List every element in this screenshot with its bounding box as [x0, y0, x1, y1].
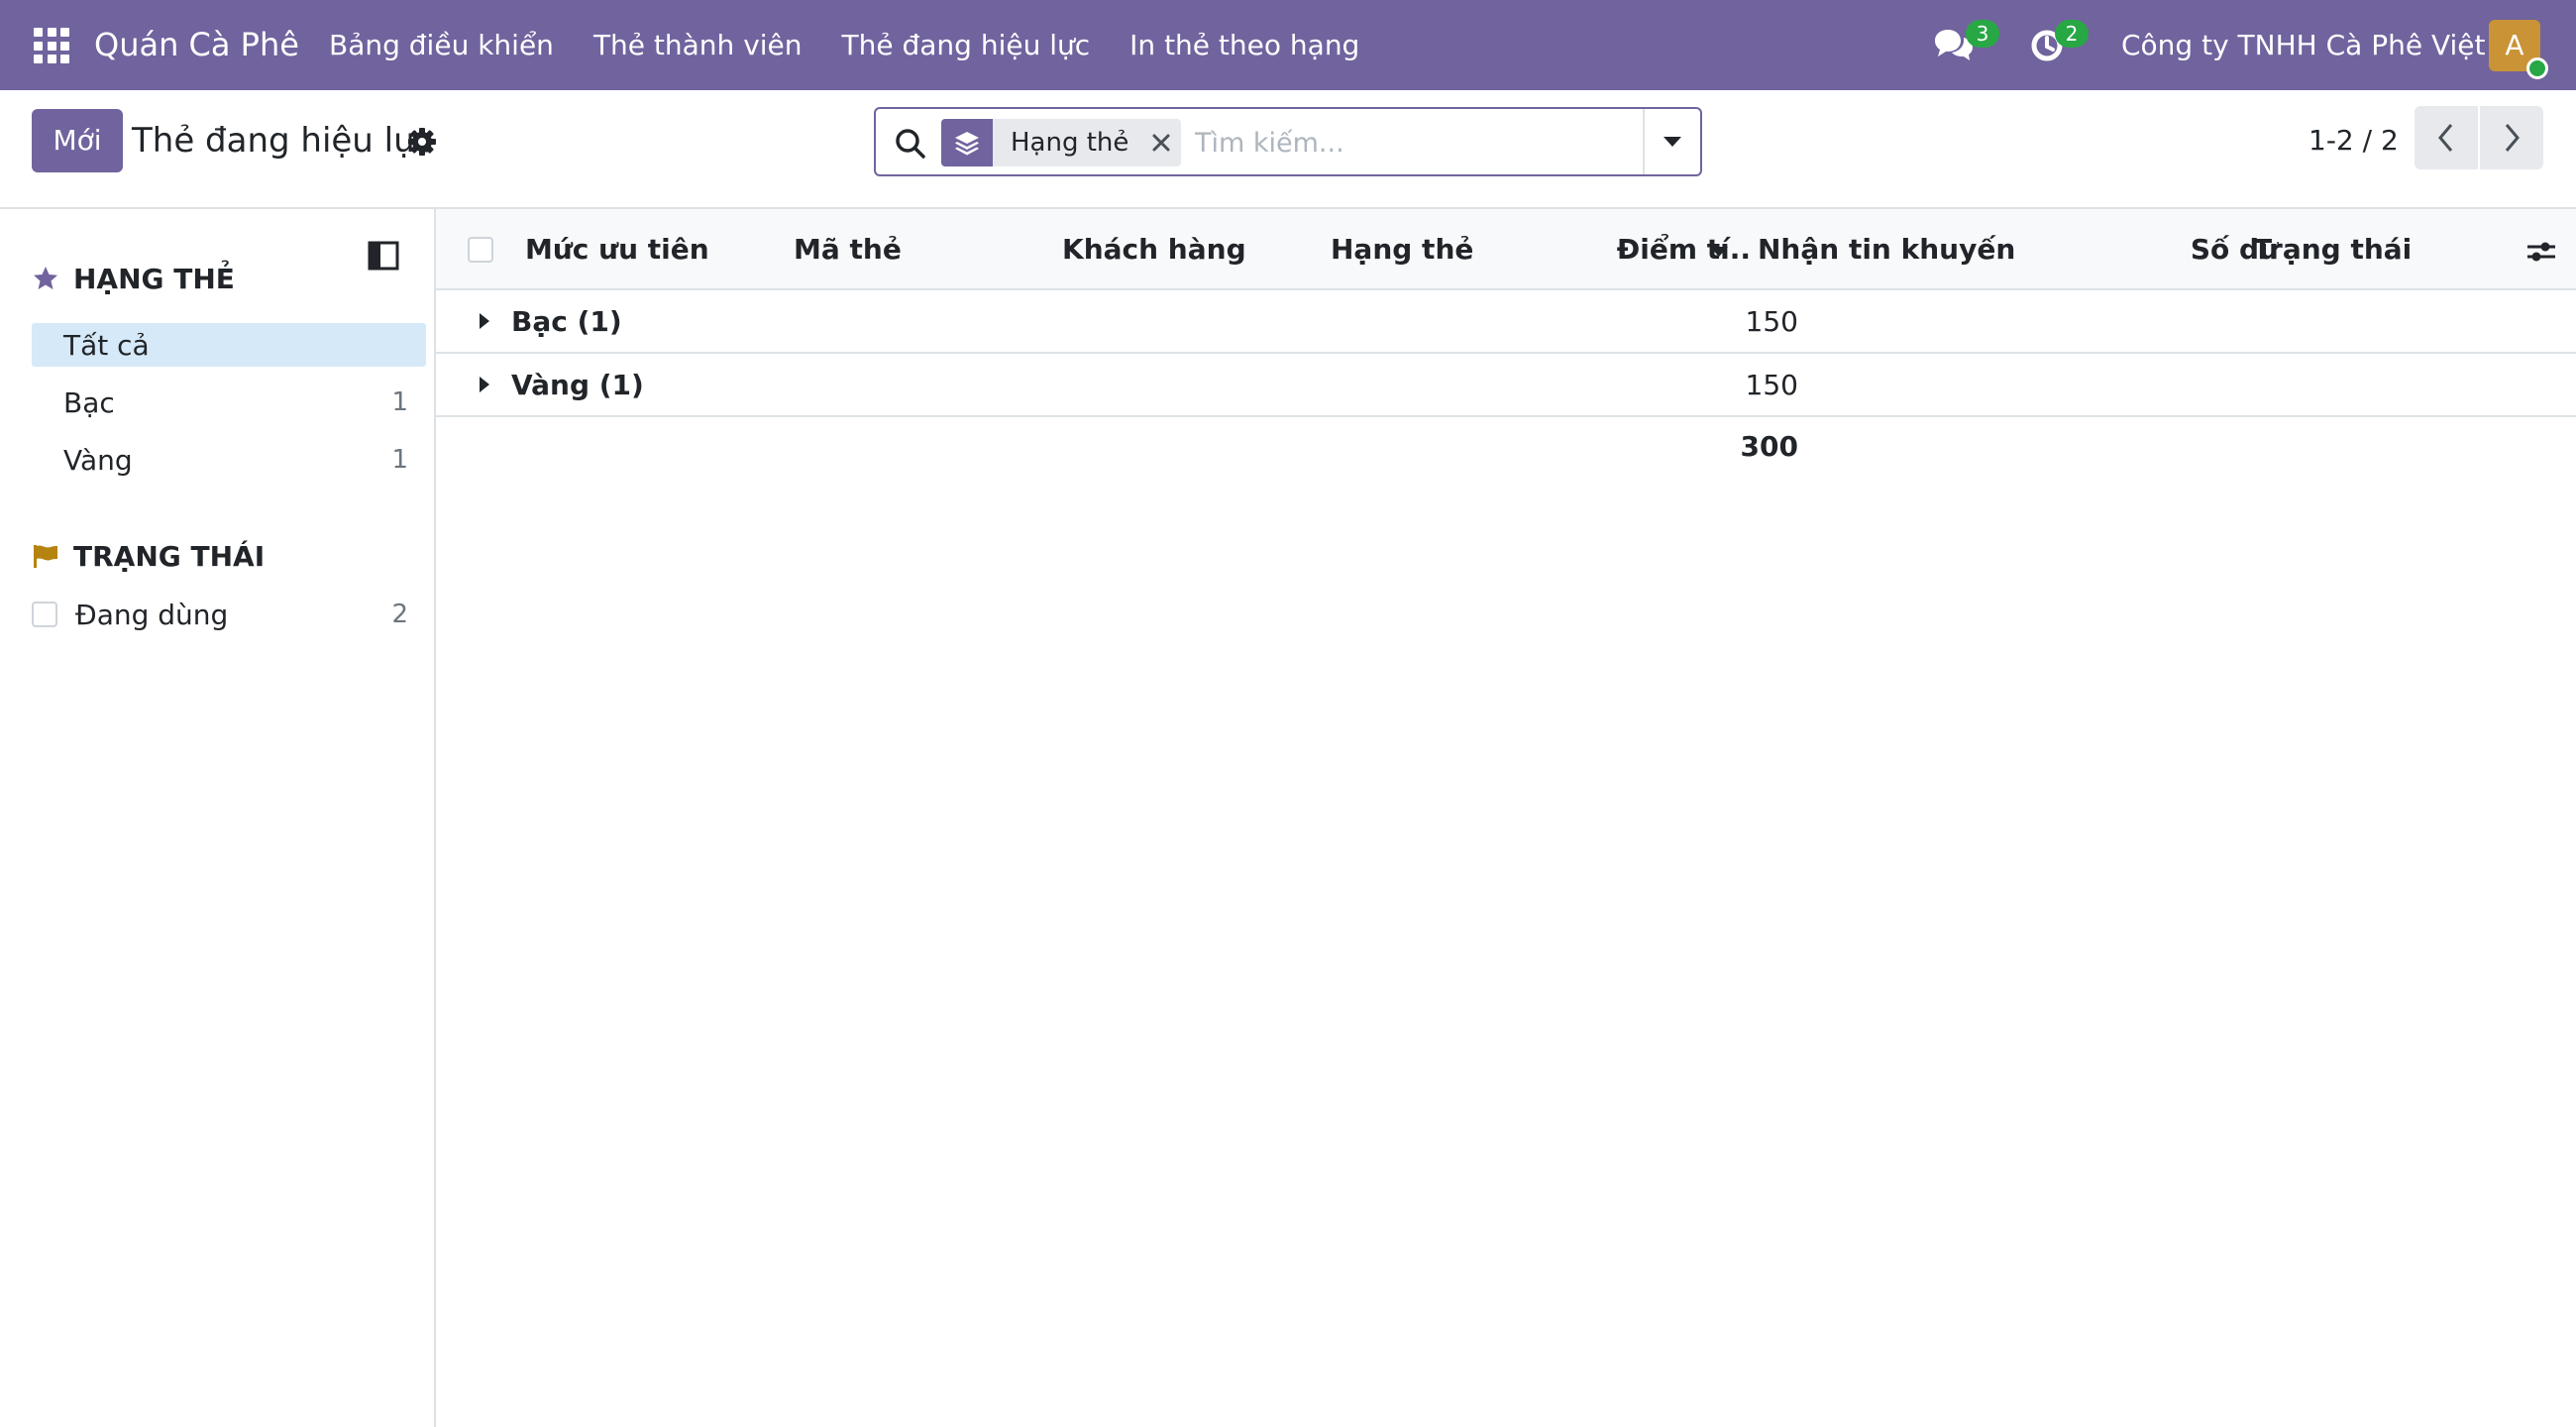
apps-menu-icon[interactable] [34, 28, 69, 63]
filter-label: Vàng [63, 443, 133, 477]
status-section-header: TRẠNG THÁI [32, 536, 265, 576]
new-button[interactable]: Mới [32, 109, 123, 172]
list-view: Mức ưu tiên Mã thẻ Khách hàng Hạng thẻ Đ… [436, 209, 2576, 1427]
caret-right-icon [480, 377, 489, 392]
search-icon[interactable] [894, 127, 927, 161]
pager-value[interactable]: 1-2 / 2 [2308, 109, 2399, 172]
pager-previous-button[interactable] [2415, 106, 2478, 169]
column-priority[interactable]: Mức ưu tiên [525, 209, 773, 290]
caret-down-icon [1664, 137, 1681, 147]
menu-item-active-cards[interactable]: Thẻ đang hiệu lực [822, 0, 1111, 90]
column-card-code[interactable]: Mã thẻ [794, 209, 1041, 290]
group-row-silver[interactable]: Bạc (1) 150 [436, 290, 2576, 354]
list-header-row: Mức ưu tiên Mã thẻ Khách hàng Hạng thẻ Đ… [436, 209, 2576, 290]
gear-icon[interactable] [407, 127, 437, 157]
sidebar-toggle-icon[interactable] [367, 239, 400, 273]
flag-icon [34, 545, 57, 568]
search-facet-group-by: Hạng thẻ [941, 119, 1181, 166]
search-facet-label: Hạng thẻ [1011, 128, 1129, 158]
column-customer[interactable]: Khách hàng [1062, 209, 1310, 290]
top-navbar: Quán Cà Phê Bảng điều khiển Thẻ thành vi… [0, 0, 2576, 90]
filter-count: 2 [391, 600, 408, 629]
control-panel: Mới Thẻ đang hiệu lực Hạng thẻ Tìm kiếm.… [0, 90, 2576, 209]
close-icon[interactable] [1141, 119, 1181, 166]
select-all-checkbox[interactable] [468, 237, 493, 263]
filter-count: 1 [391, 445, 408, 475]
menu-item-dashboard[interactable]: Bảng điều khiển [329, 0, 574, 90]
column-status[interactable]: Trạng thái [2253, 209, 2491, 290]
chevron-right-icon [2505, 124, 2520, 152]
sort-descending-icon [1710, 247, 1728, 257]
app-name[interactable]: Quán Cà Phê [94, 0, 299, 90]
status-section-title: TRẠNG THÁI [73, 539, 266, 573]
points-total: 300 [1740, 430, 1798, 463]
filter-tier-gold[interactable]: Vàng 1 [32, 438, 426, 482]
filter-count: 1 [391, 387, 408, 417]
group-label: Vàng (1) [511, 369, 644, 401]
activities-count-badge: 2 [2055, 20, 2089, 48]
company-switcher[interactable]: Công ty TNHH Cà Phê Việt [2121, 0, 2486, 90]
caret-right-icon [480, 313, 489, 329]
column-options-icon[interactable] [2524, 235, 2558, 269]
filter-tier-silver[interactable]: Bạc 1 [32, 381, 426, 424]
star-icon [34, 267, 57, 289]
group-label: Bạc (1) [511, 305, 622, 338]
pager-next-button[interactable] [2480, 106, 2543, 169]
column-points[interactable]: Điểm tí.. [1600, 209, 1751, 290]
main-menu: Bảng điều khiển Thẻ thành viên Thẻ đang … [329, 0, 1379, 90]
messages-count-badge: 3 [1966, 20, 1999, 48]
group-row-gold[interactable]: Vàng (1) 150 [436, 354, 2576, 417]
filter-label: Bạc [63, 385, 115, 419]
filter-checkbox[interactable] [32, 602, 57, 627]
layers-icon [941, 119, 993, 166]
group-points-sum: 150 [1745, 305, 1798, 338]
menu-item-member-cards[interactable]: Thẻ thành viên [574, 0, 822, 90]
column-promo-opt-in[interactable]: Nhận tin khuyến ... [1758, 209, 2025, 290]
filter-label: Đang dùng [75, 598, 229, 631]
group-points-sum: 150 [1745, 369, 1798, 401]
user-avatar[interactable]: A [2489, 20, 2548, 79]
page-title: Thẻ đang hiệu lực [132, 121, 434, 161]
filter-label: Tất cả [63, 328, 150, 362]
search-options-toggle[interactable] [1643, 109, 1700, 174]
search-bar: Hạng thẻ [874, 107, 1702, 176]
chevron-left-icon [2438, 124, 2453, 152]
online-status-dot [2526, 57, 2548, 79]
search-input[interactable] [1195, 119, 1611, 166]
tier-section-title: HẠNG THẺ [73, 262, 235, 295]
tier-section-header: HẠNG THẺ [32, 259, 235, 298]
menu-item-print-by-tier[interactable]: In thẻ theo hạng [1110, 0, 1379, 90]
avatar-initial: A [2505, 29, 2524, 61]
filter-status-in-use[interactable]: Đang dùng 2 [32, 593, 426, 636]
column-tier[interactable]: Hạng thẻ [1331, 209, 1578, 290]
search-panel-sidebar: HẠNG THẺ Tất cả Bạc 1 Vàng 1 TRẠNG THÁI … [0, 209, 436, 1427]
filter-tier-all[interactable]: Tất cả [32, 323, 426, 367]
